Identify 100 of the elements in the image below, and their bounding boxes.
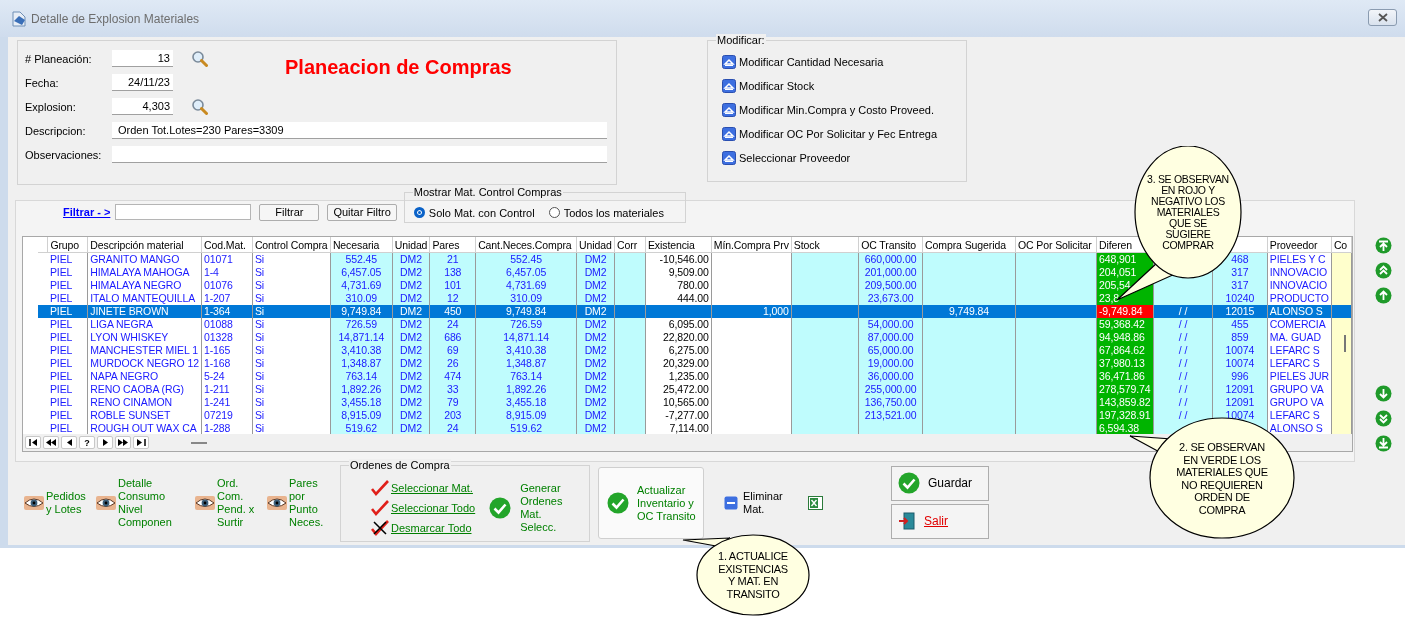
previous-page-button[interactable]	[43, 436, 59, 449]
radio-label[interactable]: Solo Mat. con Control	[428, 206, 535, 219]
table-row[interactable]: PIEL JINETE BROWN 1-364 Si 9,749.84 DM2 450 9,749.84 DM2 1,000 9,749.84 -9,749.84 / / 12015 ALONSO S	[38, 305, 1352, 318]
table-row[interactable]: PIEL RENO CINAMON 1-241 Si 3,455.18 DM2 79 3,455.18 DM2 10,565.00 136,750.00 143,859.82 / / 12091 GRUPO VA	[38, 396, 1352, 409]
minus-icon[interactable]	[724, 496, 738, 510]
chevron-up-icon[interactable]	[722, 126, 736, 141]
table-cell: DM2	[576, 344, 615, 357]
eye-icon[interactable]	[195, 496, 215, 510]
action-link[interactable]: Modificar Min.Compra y Costo Proveed.	[739, 103, 934, 116]
column-header[interactable]: Pares	[432, 238, 460, 251]
arrow-down-icon[interactable]	[1375, 385, 1392, 402]
find-button[interactable]: ?	[79, 436, 95, 449]
table-row[interactable]: PIEL LYON WHISKEY 01328 Si 14,871.14 DM2 686 14,871.14 DM2 22,820.00 87,000.00 94,948.86 / / 859 MA. GUAD	[38, 331, 1352, 344]
table-cell: 4,731.69	[330, 279, 393, 292]
arrow-top-icon[interactable]	[1375, 237, 1392, 254]
column-header[interactable]: Unidad	[394, 238, 428, 251]
search-icon[interactable]	[191, 98, 208, 115]
table-cell: 9,749.84	[475, 305, 577, 318]
filter-button[interactable]: Quitar Filtro	[327, 203, 397, 221]
double-up-icon[interactable]	[1375, 262, 1392, 279]
action-link[interactable]: Modificar Cantidad Necesaria	[739, 55, 884, 68]
action-link[interactable]: Seleccionar Mat.	[391, 482, 473, 494]
table-cell: DM2	[576, 305, 615, 318]
table-cell: Si	[252, 292, 331, 305]
radio-label[interactable]: Todos los materiales	[563, 206, 664, 219]
last-record-button[interactable]	[133, 436, 149, 449]
table-cell: 1-4	[201, 266, 253, 279]
eye-icon[interactable]	[267, 496, 287, 510]
check-icon[interactable]	[371, 480, 389, 496]
filter-link[interactable]: Filtrar - >	[63, 206, 111, 218]
table-row[interactable]: PIEL RENO CAOBA (RG) 1-211 Si 1,892.26 DM2 33 1,892.26 DM2 25,472.00 255,000.00 278,579.74 / / 12091 GRUPO VA	[38, 383, 1352, 396]
chevron-up-icon[interactable]	[722, 78, 736, 93]
radio-button[interactable]	[413, 207, 425, 218]
filter-field[interactable]	[115, 204, 252, 220]
arrow-up-icon[interactable]	[1375, 287, 1392, 304]
table-row[interactable]: PIEL ROBLE SUNSET 07219 Si 8,915.09 DM2 203 8,915.09 DM2 -7,277.00 213,521.00 197,328.91 / / 10074 LEFARC S	[38, 409, 1352, 422]
field-label: Fecha:	[25, 76, 60, 89]
save-button[interactable]: Guardar	[891, 465, 989, 501]
input-field[interactable]: 4,303	[112, 98, 173, 115]
table-row[interactable]: PIEL NAPA NEGRO 5-24 Si 763.14 DM2 474 763.14 DM2 1,235.00 36,000.00 36,471.86 / / 996 PIELES JUR	[38, 370, 1352, 383]
toolbar-link[interactable]: Generar Ordenes Mat. Selecc.	[520, 482, 563, 534]
table-cell: 12	[429, 292, 476, 305]
chevron-up-icon[interactable]	[722, 150, 736, 165]
input-field[interactable]: Orden Tot.Lotes=230 Pares=3309	[112, 122, 607, 139]
close-icon	[1376, 13, 1389, 22]
action-link[interactable]: Modificar Stock	[739, 79, 815, 92]
toolbar-link[interactable]: Ord. Com. Pend. x Surtir	[217, 477, 255, 529]
toolbar-link[interactable]: Pares por Punto Neces.	[289, 477, 324, 529]
double-down-icon[interactable]	[1375, 410, 1392, 427]
check-icon[interactable]	[371, 500, 389, 516]
table-cell: Si	[252, 370, 331, 383]
arrow-bottom-icon[interactable]	[1375, 435, 1392, 452]
table-row[interactable]: PIEL MURDOCK NEGRO 12 1-168 Si 1,348.87 DM2 26 1,348.87 DM2 20,329.00 19,000.00 37,980.13 / / 10074 LEFARC S	[38, 357, 1352, 370]
radio-button[interactable]	[548, 207, 560, 218]
previous-button[interactable]	[61, 436, 77, 449]
update-button[interactable]: Actualizar Inventario y OC Transito	[598, 467, 704, 539]
action-link[interactable]: Seleccionar Proveedor	[739, 151, 851, 164]
exit-button[interactable]: Salir	[891, 503, 989, 539]
column-header[interactable]: Stock	[793, 238, 820, 251]
table-row[interactable]: PIEL HIMALAYA NEGRO 01076 Si 4,731.69 DM2 101 4,731.69 DM2 780.00 209,500.00 205,54 317 INNOVACIO	[38, 279, 1352, 292]
table-cell: PIEL	[47, 266, 88, 279]
table-row[interactable]: PIEL LIGA NEGRA 01088 Si 726.59 DM2 24 726.59 DM2 6,095.00 54,000.00 59,368.42 / / 455 COMERCIA	[38, 318, 1352, 331]
action-link[interactable]: Desmarcar Todo	[391, 522, 472, 534]
eye-icon[interactable]	[24, 496, 44, 510]
column-header[interactable]: Diferen	[1098, 238, 1133, 251]
filter-button[interactable]: Filtrar	[259, 203, 320, 221]
action-link[interactable]: Seleccionar Todo	[391, 502, 476, 514]
chevron-up-icon[interactable]	[722, 102, 736, 117]
table-cell: Si	[252, 357, 331, 370]
exit-icon	[898, 512, 916, 530]
close-button[interactable]	[1368, 9, 1397, 26]
column-header[interactable]: Corr	[617, 238, 638, 251]
table-cell: 1-241	[201, 396, 253, 409]
toolbar-link[interactable]: Eliminar Mat.	[743, 490, 783, 516]
table-cell: -9,749.84	[1096, 305, 1154, 318]
first-record-button[interactable]	[25, 436, 41, 449]
scrollbar-thumb[interactable]	[1344, 335, 1346, 352]
search-icon[interactable]	[191, 50, 208, 67]
toolbar-link[interactable]: Detalle Consumo Nivel Componen	[118, 477, 172, 529]
table-cell: 10,565.00	[645, 396, 712, 409]
table-row[interactable]: PIEL ITALO MANTEQUILLA 1-207 Si 310.09 DM2 12 310.09 DM2 444.00 23,673.00 23,8 10240 PRODUCTO	[38, 292, 1352, 305]
eye-icon[interactable]	[96, 496, 116, 510]
column-header[interactable]: Proveedor	[1269, 238, 1318, 251]
table-cell: DM2	[392, 331, 430, 344]
input-field[interactable]	[112, 146, 607, 163]
table-row[interactable]: PIEL MANCHESTER MIEL 1 1-165 Si 3,410.38 DM2 69 3,410.38 DM2 6,275.00 65,000.00 67,864.62 / / 10074 LEFARC S	[38, 344, 1352, 357]
toolbar-link[interactable]: Pedidos y Lotes	[46, 490, 86, 516]
next-button[interactable]	[97, 436, 113, 449]
spreadsheet-icon[interactable]	[808, 496, 823, 510]
table-cell: 69	[429, 344, 476, 357]
check-circle-icon[interactable]	[489, 497, 512, 519]
table-cell: 12091	[1212, 396, 1268, 409]
chevron-up-icon[interactable]	[722, 54, 736, 69]
action-link[interactable]: Modificar OC Por Solicitar y Fec Entrega	[739, 127, 938, 140]
next-page-button[interactable]	[115, 436, 131, 449]
uncheck-icon[interactable]	[371, 520, 389, 536]
input-field[interactable]: 24/11/23	[112, 74, 173, 91]
scrollbar-thumb[interactable]	[191, 441, 207, 444]
table-cell: 01076	[201, 279, 253, 292]
input-field[interactable]: 13	[112, 50, 173, 67]
